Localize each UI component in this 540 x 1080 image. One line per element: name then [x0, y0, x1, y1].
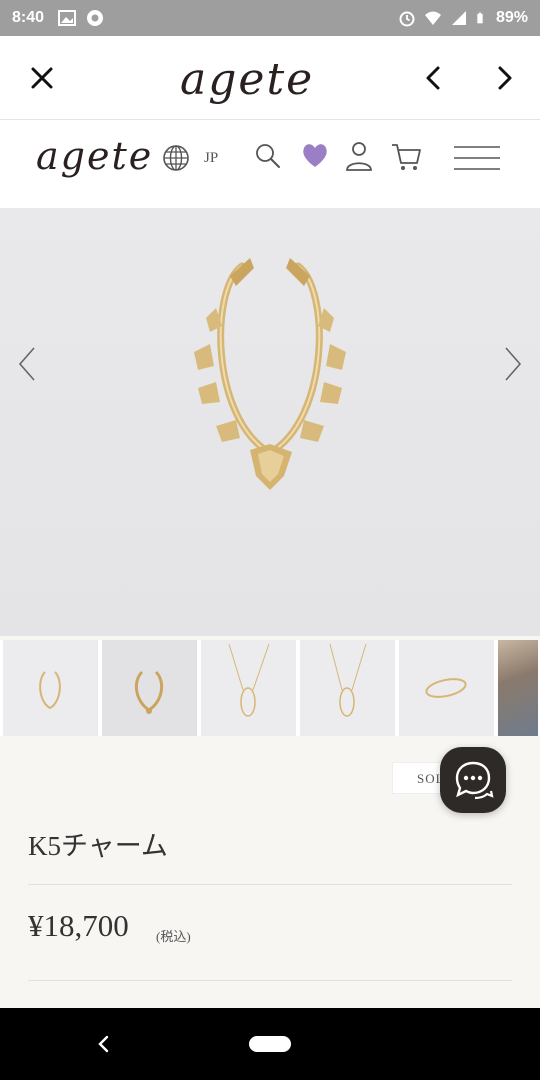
product-info: SOLD OUT K5チャーム ¥18,700 (税込): [0, 736, 540, 1008]
home-pill[interactable]: [249, 1036, 291, 1052]
back-icon[interactable]: [92, 1032, 116, 1056]
thumbnail-strip: [0, 640, 540, 736]
system-nav-bar: [0, 1008, 540, 1080]
thumbnail-3[interactable]: [201, 640, 296, 736]
site-logo[interactable]: agete: [36, 134, 153, 178]
product-image-carousel[interactable]: [0, 208, 540, 636]
alarm-icon: [399, 11, 415, 27]
gallery-icon: [58, 10, 77, 26]
divider: [28, 980, 512, 981]
battery-level: 89%: [495, 9, 528, 26]
product-name: K5チャーム: [28, 831, 168, 861]
charm-product-image: [194, 258, 346, 490]
thumbnail-2[interactable]: [102, 640, 197, 736]
cart-icon[interactable]: [390, 140, 424, 174]
globe-icon[interactable]: [162, 144, 190, 172]
thumbnail-4[interactable]: [300, 640, 395, 736]
brand-logo: agete: [180, 54, 315, 105]
search-icon[interactable]: [254, 142, 282, 170]
status-bar: 8:40 89%: [0, 0, 540, 36]
signal-icon: [451, 11, 466, 25]
chat-icon: [455, 761, 494, 800]
close-icon[interactable]: [26, 62, 58, 94]
chrome-icon: [87, 10, 104, 26]
product-price: ¥18,700: [28, 908, 129, 943]
chevron-right-icon[interactable]: [500, 344, 526, 384]
tax-note: (税込): [156, 929, 191, 944]
site-header: agete JP: [0, 120, 540, 208]
language-label[interactable]: JP: [204, 150, 218, 167]
thumbnail-1[interactable]: [3, 640, 98, 736]
chevron-left-icon[interactable]: [416, 60, 452, 96]
user-icon[interactable]: [344, 140, 374, 172]
status-time: 8:40: [12, 9, 45, 26]
thumbnail-6[interactable]: [498, 640, 538, 736]
heart-icon[interactable]: [300, 140, 330, 170]
chat-button[interactable]: [440, 747, 506, 813]
chevron-left-icon[interactable]: [14, 344, 40, 384]
chevron-right-icon[interactable]: [486, 60, 522, 96]
custom-tab-bar: agete: [0, 36, 540, 120]
wifi-icon: [424, 11, 441, 25]
battery-icon: [477, 12, 483, 24]
thumbnail-5[interactable]: [399, 640, 494, 736]
divider: [28, 884, 512, 885]
menu-icon[interactable]: [452, 144, 502, 172]
